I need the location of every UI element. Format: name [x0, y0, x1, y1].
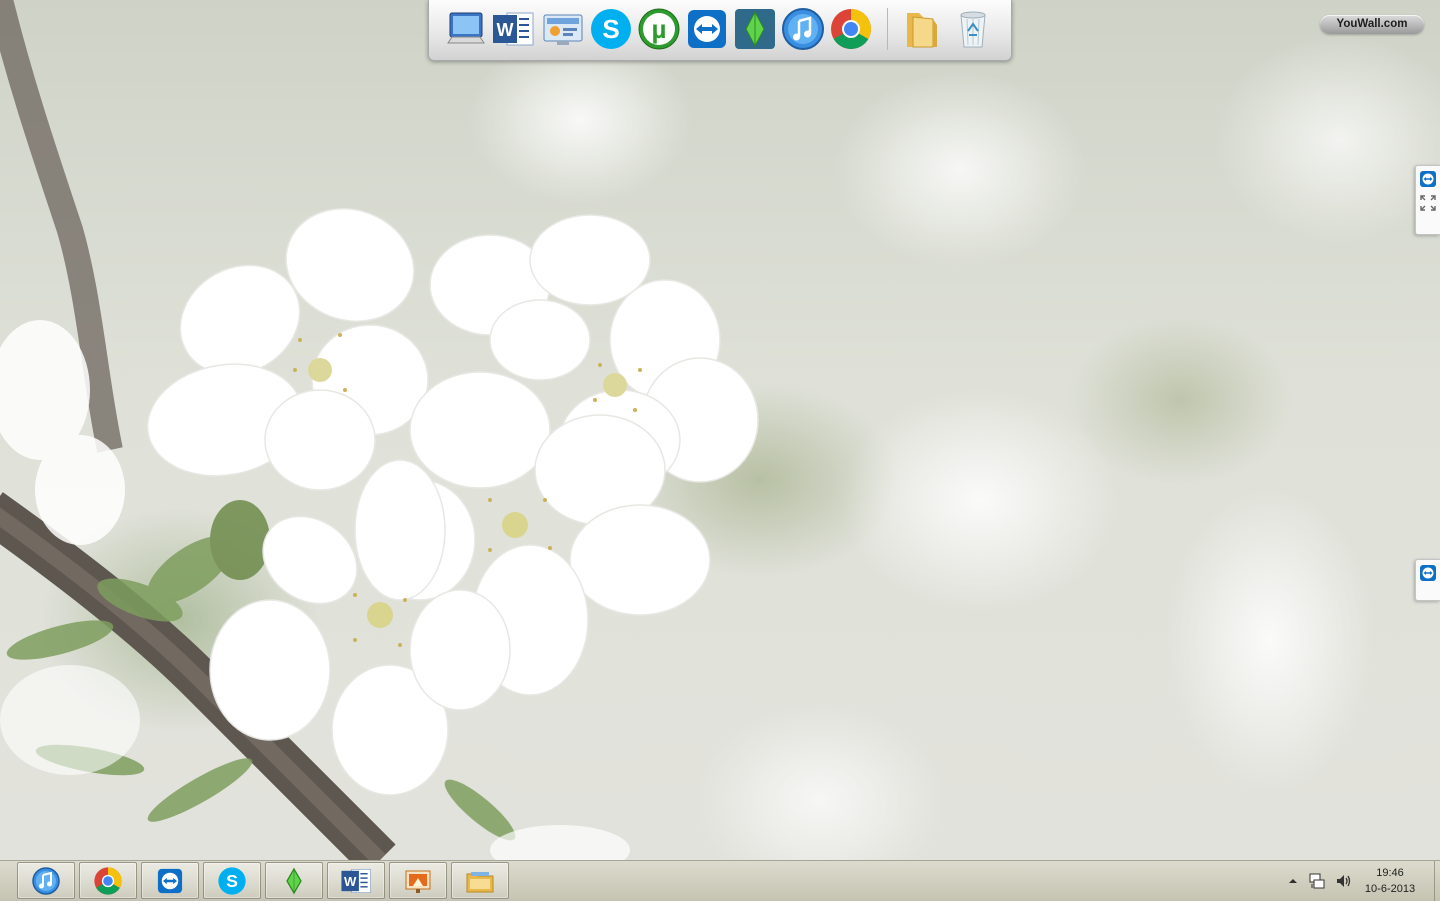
clock[interactable]: 19:46 10-6-2013 [1358, 865, 1422, 897]
teamviewer-icon [688, 10, 726, 48]
volume-icon[interactable] [1335, 872, 1353, 890]
file-explorer-icon [466, 871, 494, 892]
teamviewer-icon [1420, 171, 1436, 187]
taskbar-button-skype[interactable]: S [203, 862, 261, 899]
teamviewer-icon [1420, 565, 1436, 581]
taskbar-button-sims[interactable] [265, 862, 323, 899]
dock-item-folder[interactable] [899, 6, 943, 52]
chrome-icon [94, 866, 122, 895]
word-glyph: W [344, 874, 357, 889]
taskbar-button-slideshow[interactable] [389, 862, 447, 899]
teamviewer-icon [157, 868, 183, 893]
taskbar-button-chrome[interactable] [79, 862, 137, 899]
clock-time: 19:46 [1376, 867, 1404, 879]
itunes-icon [32, 866, 60, 895]
dock-item-itunes[interactable] [781, 6, 825, 52]
computer-icon [447, 12, 485, 44]
sims-icon [735, 9, 775, 49]
cherry-blossom-photo [0, 0, 759, 860]
taskbar-button-word[interactable]: W [327, 862, 385, 899]
dock-item-teamviewer[interactable] [685, 6, 729, 52]
slideshow-icon [405, 870, 431, 893]
show-hidden-icons-icon[interactable] [1287, 875, 1299, 887]
taskbar-button-teamviewer[interactable] [141, 862, 199, 899]
word-icon: W [493, 12, 534, 46]
utorrent-glyph: µ [652, 14, 667, 44]
dock-item-skype[interactable]: S [589, 6, 633, 52]
network-icon[interactable] [1308, 872, 1326, 890]
word-icon: W [341, 868, 371, 893]
taskbar-button-file-explorer[interactable] [451, 862, 509, 899]
control-panel-icon [543, 14, 583, 45]
recycle-bin-icon [960, 11, 986, 48]
dock-item-control-panel[interactable] [541, 6, 585, 52]
skype-icon: S [218, 866, 246, 895]
taskbar-button-itunes[interactable] [17, 862, 75, 899]
taskbar: S W 19:46 10-6-2013 [0, 860, 1440, 901]
sims-icon [286, 867, 302, 894]
itunes-icon [782, 8, 824, 50]
app-dock: W S µ [428, 0, 1012, 61]
dock-item-sims[interactable] [733, 6, 777, 52]
folder-icon [907, 13, 937, 48]
dock-item-utorrent[interactable]: µ [637, 6, 681, 52]
clock-date: 10-6-2013 [1364, 883, 1416, 895]
dock-item-chrome[interactable] [829, 6, 873, 52]
chrome-icon [831, 9, 871, 49]
dock-item-computer[interactable] [443, 6, 487, 52]
youwall-watermark: YouWall.com [1320, 15, 1424, 34]
skype-icon: S [591, 9, 631, 49]
system-tray [1287, 861, 1353, 901]
dock-item-recycle-bin[interactable] [951, 6, 995, 52]
dock-separator [887, 8, 888, 50]
teamviewer-side-panel-top[interactable] [1415, 165, 1440, 235]
desktop-wallpaper [0, 0, 1440, 860]
dock-item-word[interactable]: W [491, 6, 535, 52]
expand-icon[interactable] [1419, 194, 1437, 212]
skype-glyph: S [226, 871, 238, 891]
utorrent-icon: µ [638, 8, 680, 50]
show-desktop-button[interactable] [1434, 861, 1440, 901]
skype-glyph: S [602, 14, 619, 44]
word-glyph: W [497, 20, 514, 40]
teamviewer-side-panel-bottom[interactable] [1415, 559, 1440, 601]
